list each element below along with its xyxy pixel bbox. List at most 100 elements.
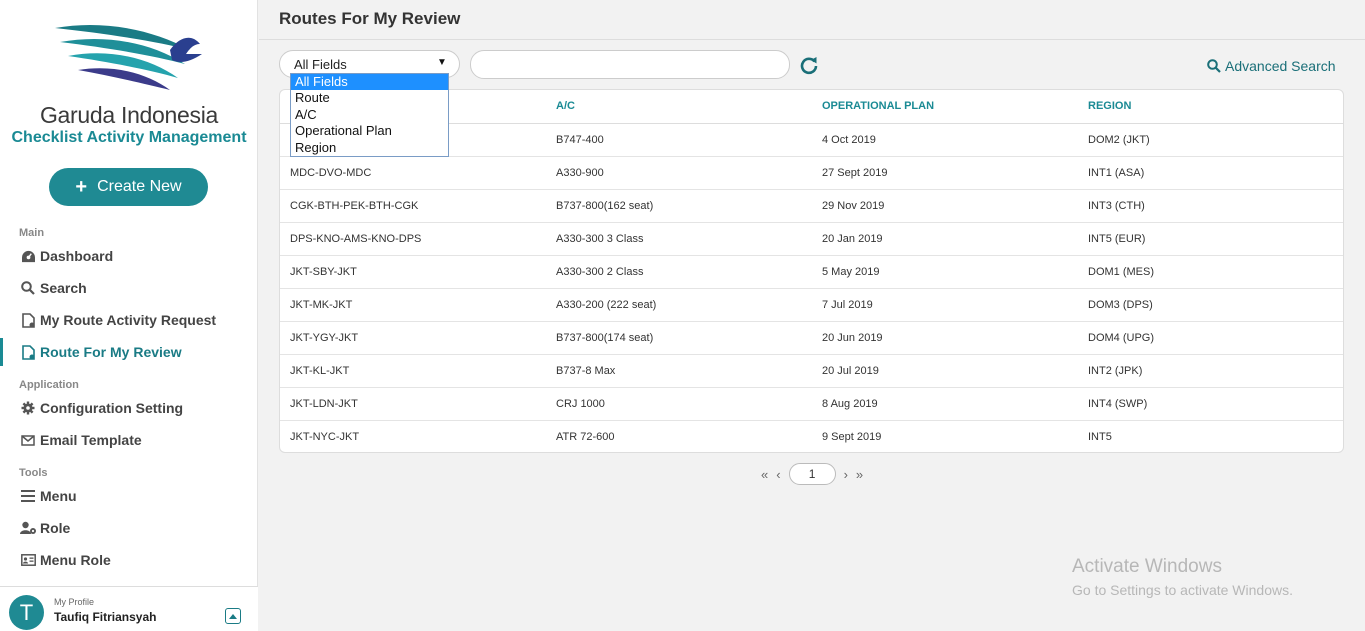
users-gear-icon (19, 521, 37, 535)
nav-label: My Route Activity Request (40, 312, 217, 328)
windows-activation-watermark: Activate Windows Go to Settings to activ… (1072, 556, 1293, 598)
nav-label: Menu Role (40, 552, 111, 568)
brand-name: Garuda Indonesia (39, 102, 219, 128)
cell-ac: A330-900 (546, 156, 812, 190)
nav-label: Search (40, 280, 87, 296)
first-page-icon[interactable]: « (759, 467, 770, 482)
column-header-operational-plan[interactable]: OPERATIONAL PLAN (812, 90, 1078, 124)
cell-operational-plan: 8 Aug 2019 (812, 387, 1078, 421)
table-row[interactable]: JKT-MK-JKT A330-200 (222 seat) 7 Jul 2019 D… (280, 288, 1343, 322)
cell-operational-plan: 20 Jul 2019 (812, 354, 1078, 388)
nav-item-configuration-setting[interactable]: Configuration Setting (0, 394, 258, 422)
column-header-ac[interactable]: A/C (546, 90, 812, 124)
nav-label: Route For My Review (40, 344, 182, 360)
plus-icon: + (75, 175, 88, 198)
refresh-icon[interactable] (799, 55, 819, 75)
cell-route: DPS-KNO-AMS-KNO-DPS (280, 222, 546, 256)
filter-option-region[interactable]: Region (291, 140, 448, 156)
cell-region: INT5 (EUR) (1078, 222, 1343, 256)
file-icon (19, 312, 37, 328)
nav-item-menu-role[interactable]: Menu Role (0, 546, 258, 574)
field-filter-dropdown[interactable]: All Fields Route A/C Operational Plan Re… (290, 73, 449, 157)
filter-option-route[interactable]: Route (291, 90, 448, 106)
cell-region: DOM2 (JKT) (1078, 123, 1343, 157)
envelope-icon (19, 434, 37, 446)
cell-operational-plan: 5 May 2019 (812, 255, 1078, 289)
table-row[interactable]: CGK-BTH-PEK-BTH-CGK B737-800(162 seat) 29 … (280, 189, 1343, 223)
table-row[interactable]: DPS-KNO-AMS-KNO-DPS A330-300 3 Class 20 Ja… (280, 222, 1343, 256)
create-new-label: Create New (97, 178, 182, 195)
page-title: Routes For My Review (279, 9, 461, 28)
search-icon (19, 281, 37, 295)
create-new-button[interactable]: + Create New (49, 168, 208, 206)
nav-item-dashboard[interactable]: Dashboard (0, 242, 258, 270)
last-page-icon[interactable]: » (854, 467, 865, 482)
nav-item-menu[interactable]: Menu (0, 482, 258, 510)
nav-section-tools: Tools (19, 467, 48, 479)
cell-region: DOM3 (DPS) (1078, 288, 1343, 322)
pagination: « ‹ 1 › » (759, 462, 865, 486)
advanced-search-link[interactable]: Advanced Search (1207, 58, 1336, 74)
avatar[interactable]: T (9, 595, 44, 630)
next-page-icon[interactable]: › (842, 467, 850, 482)
cell-region: DOM1 (MES) (1078, 255, 1343, 289)
cell-region: DOM4 (UPG) (1078, 321, 1343, 355)
cell-operational-plan: 20 Jan 2019 (812, 222, 1078, 256)
cell-route: JKT-KL-JKT (280, 354, 546, 388)
cell-route: CGK-BTH-PEK-BTH-CGK (280, 189, 546, 223)
cell-ac: B737-800(174 seat) (546, 321, 812, 355)
nav-section-application: Application (19, 379, 79, 391)
table-row[interactable]: JKT-LDN-JKT CRJ 1000 8 Aug 2019 INT4 (SWP) (280, 387, 1343, 421)
cell-region: INT1 (ASA) (1078, 156, 1343, 190)
prev-page-icon[interactable]: ‹ (774, 467, 782, 482)
cell-operational-plan: 7 Jul 2019 (812, 288, 1078, 322)
sidebar: Garuda Indonesia Checklist Activity Mana… (0, 0, 258, 631)
nav-item-my-route-activity-request[interactable]: My Route Activity Request (0, 306, 258, 334)
table-row[interactable]: JKT-KL-JKT B737-8 Max 20 Jul 2019 INT2 (JPK… (280, 354, 1343, 388)
search-input[interactable] (470, 50, 790, 79)
nav-label: Email Template (40, 432, 142, 448)
cell-route: JKT-LDN-JKT (280, 387, 546, 421)
profile-name: Taufiq Fitriansyah (54, 610, 157, 624)
filter-option-ac[interactable]: A/C (291, 107, 448, 123)
watermark-title: Activate Windows (1072, 556, 1222, 577)
nav-label: Menu (40, 488, 77, 504)
column-header-region[interactable]: REGION (1078, 90, 1343, 124)
cell-region: INT4 (SWP) (1078, 387, 1343, 421)
cell-route: MDC-DVO-MDC (280, 156, 546, 190)
bars-icon (19, 490, 37, 502)
cell-operational-plan: 20 Jun 2019 (812, 321, 1078, 355)
gear-icon (19, 401, 37, 415)
profile-panel[interactable]: T My Profile Taufiq Fitriansyah (0, 586, 258, 631)
search-icon (1207, 59, 1221, 73)
id-card-icon (19, 554, 37, 566)
cell-route: JKT-YGY-JKT (280, 321, 546, 355)
table-row[interactable]: JKT-SBY-JKT A330-300 2 Class 5 May 2019 DOM… (280, 255, 1343, 289)
nav-label: Configuration Setting (40, 400, 184, 416)
nav-section-main: Main (19, 227, 45, 239)
nav-item-search[interactable]: Search (0, 274, 258, 302)
table-row[interactable]: JKT-NYC-JKT ATR 72-600 9 Sept 2019 INT5 (280, 420, 1343, 452)
nav-label: Dashboard (40, 248, 114, 264)
cell-operational-plan: 4 Oct 2019 (812, 123, 1078, 157)
field-filter-value: All Fields (294, 57, 347, 72)
cell-region: INT5 (1088, 430, 1112, 443)
main-header: Routes For My Review (259, 0, 1365, 40)
cell-route: JKT-SBY-JKT (280, 255, 546, 289)
filter-option-all-fields[interactable]: All Fields (291, 74, 448, 91)
profile-expand-icon[interactable] (225, 608, 241, 624)
cell-ac: A330-300 2 Class (546, 255, 812, 289)
garuda-logo (55, 24, 202, 90)
cell-ac: ATR 72-600 (556, 430, 615, 443)
filter-option-operational-plan[interactable]: Operational Plan (291, 123, 448, 139)
nav-item-email-template[interactable]: Email Template (0, 426, 258, 454)
watermark-subtitle: Go to Settings to activate Windows. (1072, 582, 1293, 598)
nav-item-role[interactable]: Role (0, 514, 258, 542)
table-row[interactable]: JKT-YGY-JKT B737-800(174 seat) 20 Jun 2019… (280, 321, 1343, 355)
cell-region: INT2 (JPK) (1078, 354, 1343, 388)
cell-ac: CRJ 1000 (546, 387, 812, 421)
page-number-input[interactable]: 1 (788, 463, 836, 485)
nav-item-route-for-my-review[interactable]: Route For My Review (0, 338, 258, 366)
cell-ac: B747-400 (546, 123, 812, 157)
table-row[interactable]: MDC-DVO-MDC A330-900 27 Sept 2019 INT1 (ASA… (280, 156, 1343, 190)
